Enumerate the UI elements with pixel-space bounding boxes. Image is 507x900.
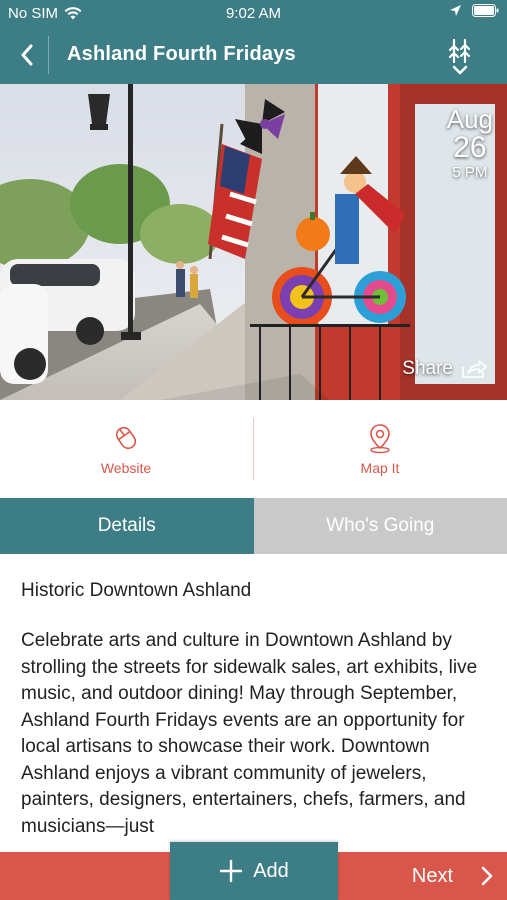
page-title: Ashland Fourth Fridays	[67, 43, 296, 65]
back-arrow-icon	[21, 44, 33, 66]
next-button[interactable]: Next	[412, 852, 493, 900]
filter-button[interactable]	[445, 36, 475, 78]
share-icon	[462, 360, 487, 378]
action-divider	[253, 418, 254, 480]
website-label: Website	[100, 460, 152, 476]
event-time: 5 PM	[452, 164, 488, 181]
street-scene-image	[0, 84, 507, 400]
clock: 9:02 AM	[225, 5, 282, 22]
add-button[interactable]: Add	[170, 842, 338, 900]
nav-bar: Ashland Fourth Fridays	[0, 26, 507, 84]
status-bar: No SIM 9:02 AM	[0, 0, 507, 26]
status-right	[449, 4, 499, 17]
event-description: Celebrate arts and culture in Downtown A…	[21, 630, 478, 837]
map-it-button[interactable]: Map It	[315, 422, 445, 476]
share-label: Share	[402, 358, 453, 379]
tab-details[interactable]: Details	[0, 498, 254, 554]
event-photo: Aug 26 5 PM Share	[0, 84, 507, 400]
event-month: Aug	[446, 104, 493, 134]
chevron-right-icon	[481, 866, 493, 886]
nav-divider	[48, 36, 49, 74]
venue-name: Historic Downtown Ashland	[21, 580, 252, 601]
next-label: Next	[411, 864, 453, 887]
detail-tabs: Details Who's Going	[0, 498, 507, 554]
back-button[interactable]	[10, 38, 44, 72]
share-button[interactable]: Share	[402, 358, 487, 380]
map-pin-icon	[370, 424, 390, 454]
location-arrow-icon	[450, 5, 461, 16]
plus-icon	[220, 859, 243, 883]
action-bar: Website Map It	[0, 400, 507, 498]
add-label: Add	[253, 859, 289, 882]
event-day: 26	[453, 131, 487, 164]
battery-icon	[472, 4, 499, 17]
event-date: Aug 26 5 PM	[447, 106, 493, 180]
mouse-icon	[115, 426, 137, 450]
map-it-label: Map It	[360, 460, 400, 476]
tab-whos-going[interactable]: Who's Going	[253, 498, 507, 554]
filter-icon	[448, 38, 471, 75]
details-content: Historic Downtown Ashland Celebrate arts…	[0, 554, 507, 852]
website-button[interactable]: Website	[61, 422, 191, 476]
